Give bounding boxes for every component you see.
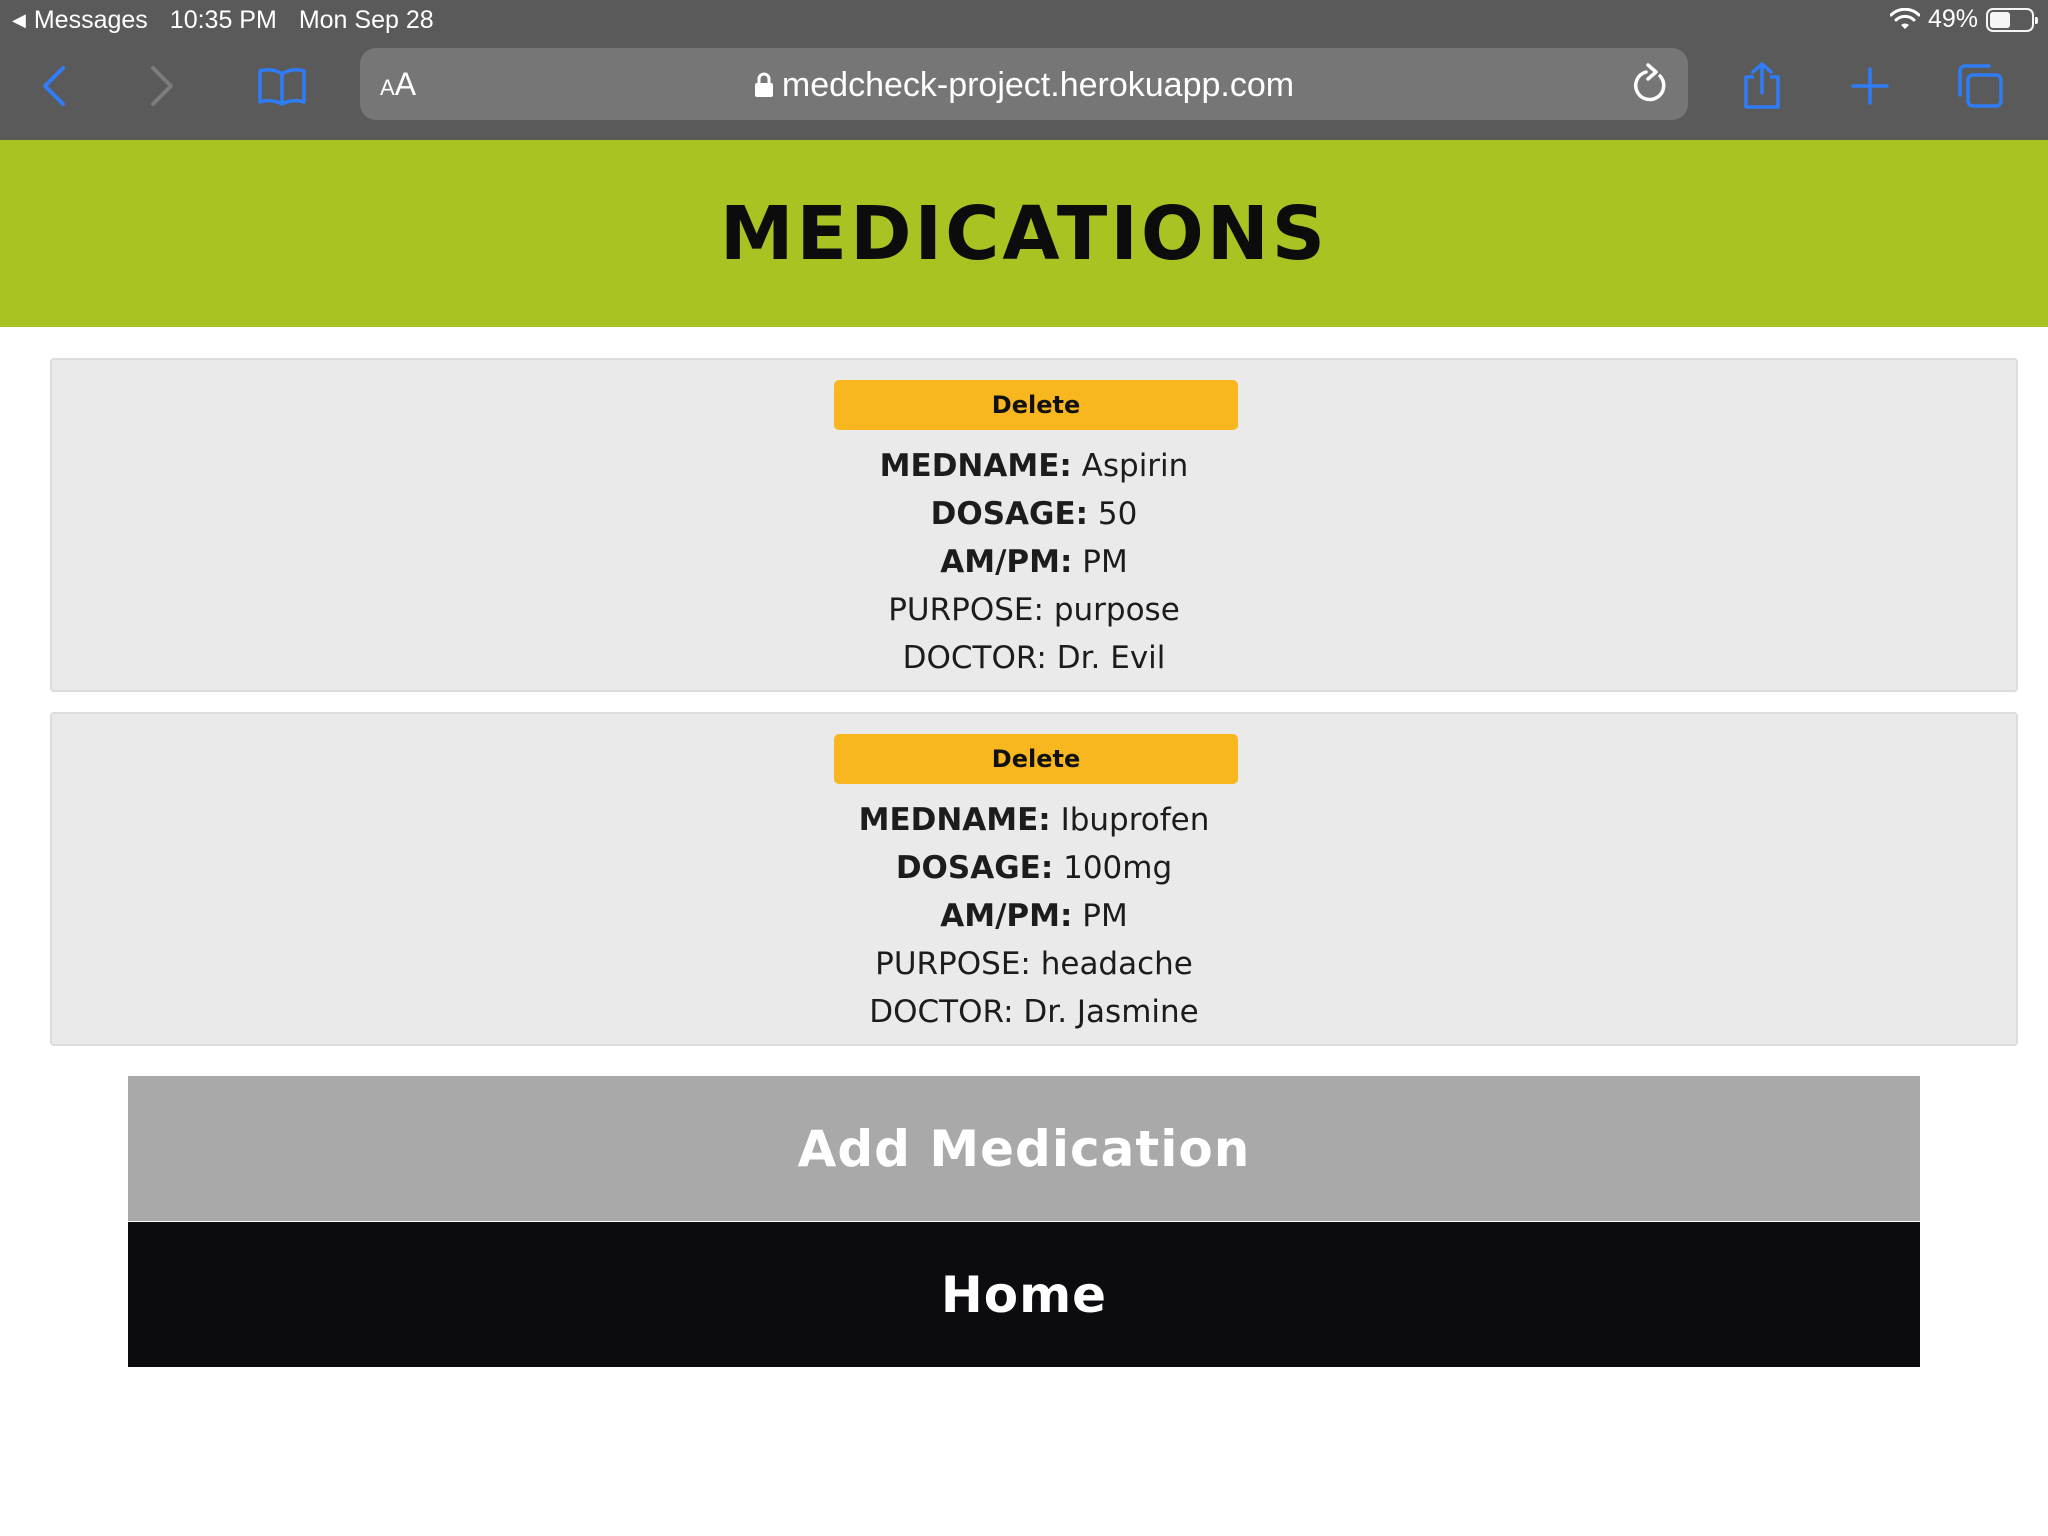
tabs-icon	[1958, 64, 2003, 108]
purpose-label: PURPOSE:	[875, 946, 1031, 982]
delete-button[interactable]: Delete	[834, 380, 1238, 430]
doctor-label: DOCTOR:	[869, 994, 1014, 1030]
dosage-row: DOSAGE: 50	[52, 490, 2016, 538]
bookmarks-button[interactable]	[254, 58, 310, 114]
doctor-value: Dr. Evil	[1056, 640, 1166, 676]
new-tab-button[interactable]	[1842, 58, 1898, 114]
battery-percent: 49%	[1927, 5, 1978, 33]
status-right: 49%	[1889, 5, 2038, 34]
battery-level	[1990, 11, 2010, 28]
ampm-row: AM/PM: PM	[52, 538, 2016, 586]
status-left: ◀ Messages 10:35 PM Mon Sep 28	[12, 6, 434, 35]
browser-toolbar: AA medcheck-project.herokuapp.com	[0, 44, 2048, 124]
address-bar[interactable]: AA medcheck-project.herokuapp.com	[360, 48, 1688, 120]
medname-row: MEDNAME: Aspirin	[52, 442, 2016, 490]
purpose-label: PURPOSE:	[888, 592, 1044, 628]
medname-label: MEDNAME:	[858, 802, 1051, 838]
medname-row: MEDNAME: Ibuprofen	[52, 796, 2016, 844]
doctor-row: DOCTOR: Dr. Evil	[52, 634, 2016, 682]
back-button[interactable]	[26, 58, 82, 114]
tabs-button[interactable]	[1952, 58, 2008, 114]
chevron-right-icon	[151, 66, 173, 106]
dosage-label: DOSAGE:	[895, 850, 1054, 886]
medname-value: Aspirin	[1081, 448, 1189, 484]
medication-card: Delete MEDNAME: Ibuprofen DOSAGE: 100mg …	[50, 712, 2018, 1046]
browser-chrome: ◀ Messages 10:35 PM Mon Sep 28 49% AA me…	[0, 0, 2048, 140]
ampm-label: AM/PM:	[940, 544, 1073, 580]
ampm-label: AM/PM:	[940, 898, 1073, 934]
back-to-app-icon[interactable]: ◀	[12, 10, 26, 31]
medname-value: Ibuprofen	[1060, 802, 1210, 838]
purpose-value: purpose	[1053, 592, 1180, 628]
doctor-label: DOCTOR:	[902, 640, 1047, 676]
plus-icon	[1851, 67, 1889, 105]
ampm-row: AM/PM: PM	[52, 892, 2016, 940]
url-display[interactable]: medcheck-project.herokuapp.com	[360, 66, 1688, 105]
url-text: medcheck-project.herokuapp.com	[781, 66, 1295, 104]
purpose-value: headache	[1040, 946, 1193, 982]
home-button[interactable]: Home	[128, 1222, 1920, 1367]
status-date: Mon Sep 28	[298, 6, 434, 34]
wifi-icon	[1889, 7, 1920, 29]
delete-button[interactable]: Delete	[834, 734, 1238, 784]
ampm-value: PM	[1082, 898, 1128, 934]
dosage-label: DOSAGE:	[930, 496, 1089, 532]
page-title: MEDICATIONS	[719, 190, 1329, 277]
battery-icon	[1986, 7, 2038, 32]
ampm-value: PM	[1082, 544, 1128, 580]
chevron-left-icon	[43, 66, 65, 106]
purpose-row: PURPOSE: purpose	[52, 586, 2016, 634]
add-medication-button[interactable]: Add Medication	[128, 1076, 1920, 1221]
medication-details: MEDNAME: Aspirin DOSAGE: 50 AM/PM: PM PU…	[52, 442, 2016, 682]
medname-label: MEDNAME:	[879, 448, 1072, 484]
share-icon	[1744, 62, 1780, 109]
status-time: 10:35 PM	[169, 6, 277, 34]
lock-icon	[754, 72, 773, 97]
doctor-value: Dr. Jasmine	[1023, 994, 1199, 1030]
purpose-row: PURPOSE: headache	[52, 940, 2016, 988]
dosage-row: DOSAGE: 100mg	[52, 844, 2016, 892]
dosage-value: 50	[1097, 496, 1138, 532]
forward-button[interactable]	[134, 58, 190, 114]
medication-card: Delete MEDNAME: Aspirin DOSAGE: 50 AM/PM…	[50, 358, 2018, 692]
reload-button[interactable]	[1630, 62, 1670, 111]
doctor-row: DOCTOR: Dr. Jasmine	[52, 988, 2016, 1036]
dosage-value: 100mg	[1063, 850, 1173, 886]
medication-details: MEDNAME: Ibuprofen DOSAGE: 100mg AM/PM: …	[52, 796, 2016, 1036]
status-bar: ◀ Messages 10:35 PM Mon Sep 28 49%	[0, 0, 2048, 40]
share-button[interactable]	[1734, 58, 1790, 114]
book-icon	[258, 68, 306, 106]
page-header: MEDICATIONS	[0, 140, 2048, 327]
back-app-label[interactable]: Messages	[34, 6, 148, 35]
reload-icon	[1633, 63, 1666, 102]
